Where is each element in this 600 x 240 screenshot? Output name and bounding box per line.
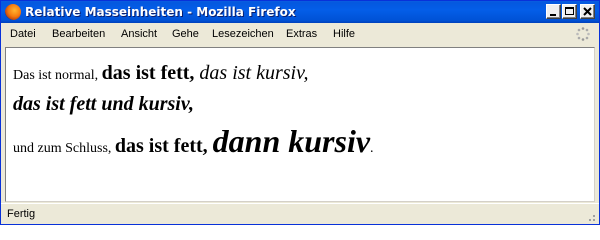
browser-window: Relative Masseinheiten - Mozilla Firefox… <box>0 0 600 225</box>
text-line-2: das ist fett und kursiv, <box>13 93 194 116</box>
page-content[interactable]: Das ist normal, das ist fett, das ist ku… <box>5 47 595 202</box>
menu-gehe[interactable]: Gehe <box>172 28 199 41</box>
menu-extras[interactable]: Extras <box>286 28 317 41</box>
window-title: Relative Masseinheiten - Mozilla Firefox <box>25 5 296 19</box>
firefox-icon <box>5 4 21 20</box>
text-period: . <box>370 141 374 156</box>
throbber-icon <box>576 27 590 41</box>
resize-grip-icon[interactable] <box>584 210 596 222</box>
menu-hilfe[interactable]: Hilfe <box>333 28 355 41</box>
text-line-1: Das ist normal, das ist fett, das ist ku… <box>13 62 309 85</box>
status-bar: Fertig <box>1 203 599 224</box>
menu-ansicht[interactable]: Ansicht <box>121 28 157 41</box>
status-text: Fertig <box>7 208 36 220</box>
text-bold-2: das ist fett, <box>114 135 213 157</box>
maximize-icon <box>565 7 574 15</box>
minimize-button[interactable] <box>546 4 561 19</box>
text-big-bold-italic: dann kursiv <box>212 123 371 159</box>
menu-bearbeiten[interactable]: Bearbeiten <box>52 28 105 41</box>
text-bold: das ist fett, <box>101 62 200 84</box>
maximize-button[interactable] <box>562 4 577 19</box>
close-icon <box>583 7 592 16</box>
text-bold-italic: das ist fett und kursiv, <box>13 93 194 115</box>
menu-bar: Datei Bearbeiten Ansicht Gehe Lesezeiche… <box>1 23 599 45</box>
menu-lesezeichen[interactable]: Lesezeichen <box>212 28 274 41</box>
minimize-icon <box>550 14 556 16</box>
menu-datei[interactable]: Datei <box>10 28 36 41</box>
close-button[interactable] <box>580 4 595 19</box>
title-bar[interactable]: Relative Masseinheiten - Mozilla Firefox <box>1 1 599 23</box>
text-normal: Das ist normal, <box>13 68 102 83</box>
text-line-3: und zum Schluss, das ist fett, dann kurs… <box>13 123 374 160</box>
text-small: und zum Schluss, <box>13 141 115 156</box>
text-italic: das ist kursiv, <box>199 62 309 84</box>
